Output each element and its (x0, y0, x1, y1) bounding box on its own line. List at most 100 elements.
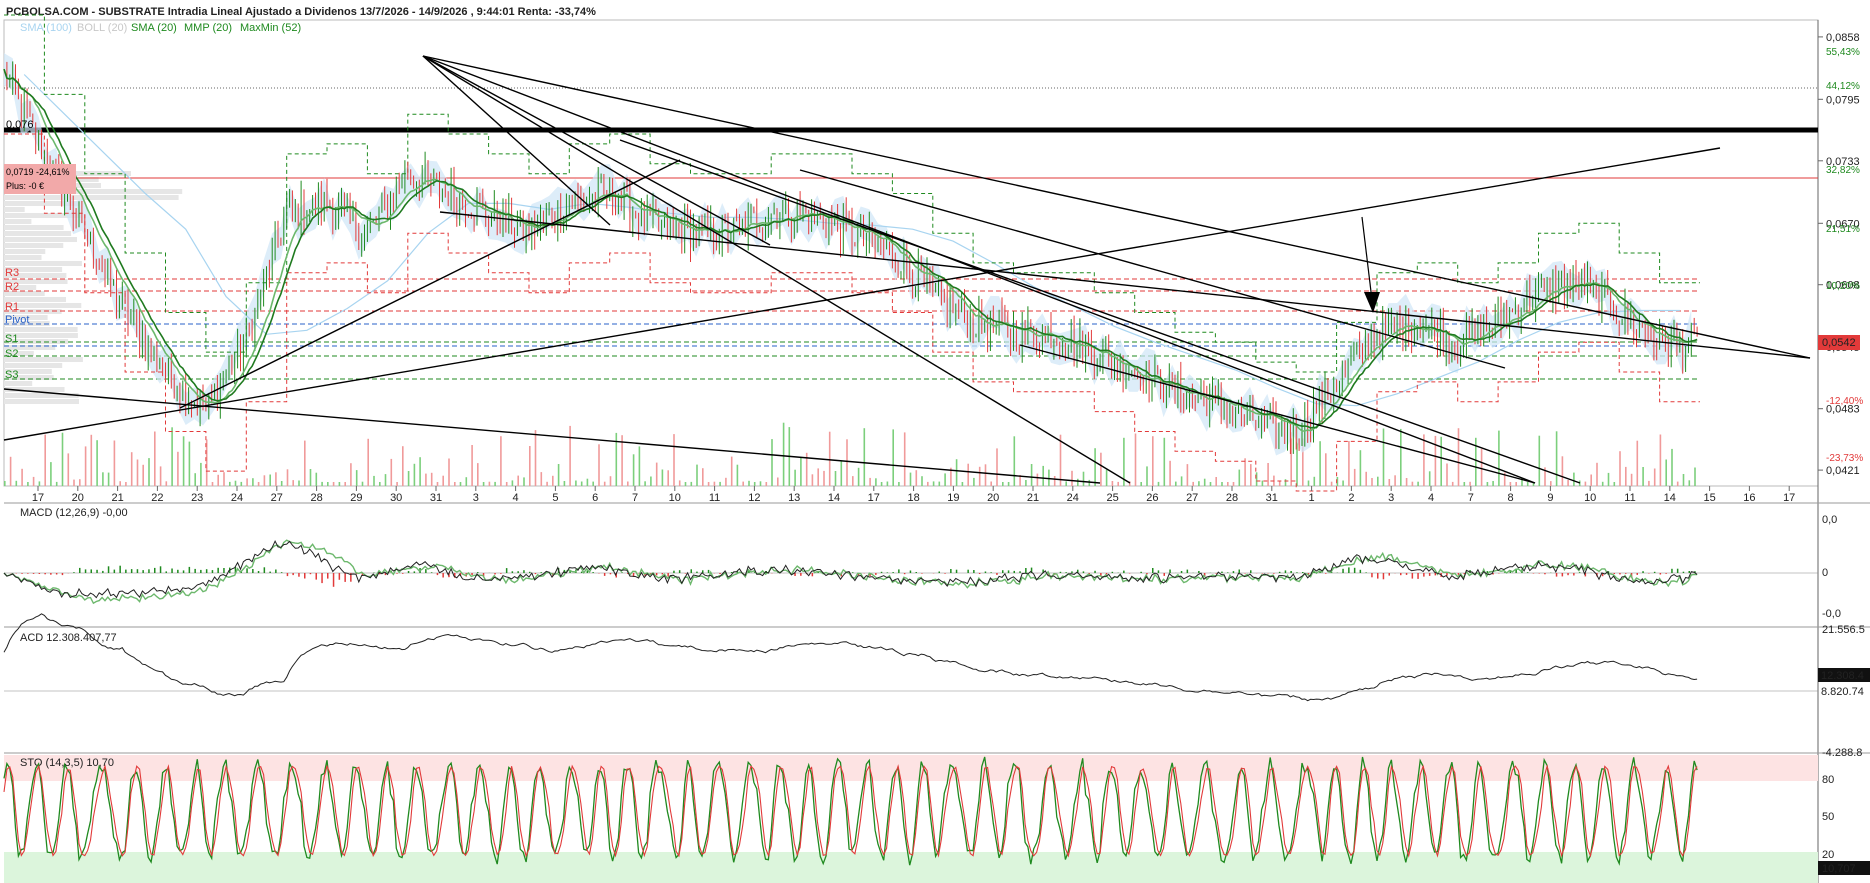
volume-bar (1215, 477, 1217, 486)
volume-bar (667, 470, 669, 486)
volume-bar (1100, 452, 1102, 486)
legend-maxmin52[interactable]: MaxMin (52) (240, 22, 301, 34)
macd-histogram-bar (263, 567, 266, 573)
macd-histogram-bar (950, 569, 952, 573)
macd-histogram-bar (269, 571, 271, 573)
macd-histogram-bar (973, 570, 975, 573)
x-date-label: 30 (390, 492, 402, 504)
volume-bar (1140, 482, 1142, 486)
volume-bar (61, 432, 64, 486)
macd-histogram-bar (194, 568, 196, 573)
volume-bar (1607, 472, 1610, 486)
volume-bar (1134, 433, 1137, 486)
volume-bar (1071, 470, 1073, 486)
legend-sma100[interactable]: SMA (100) (20, 22, 72, 34)
macd-histogram-bar (1665, 573, 1667, 574)
volume-profile-bar (4, 381, 33, 386)
macd-histogram-bar (188, 566, 191, 573)
macd-histogram-bar (1325, 573, 1327, 574)
price-y-axis: 0,08580,07950,07330,06700,06080,05450,04… (1818, 32, 1863, 477)
volume-bar (973, 477, 975, 486)
macd-histogram-bar (1025, 568, 1027, 573)
macd-histogram-bar (217, 567, 219, 573)
volume-bar (102, 472, 104, 486)
macd-histogram-bar (1688, 571, 1690, 573)
macd-histogram-bar (430, 572, 433, 573)
macd-histogram-bar (102, 570, 104, 573)
volume-bar (1382, 428, 1385, 486)
volume-bar (1625, 466, 1627, 486)
macd-histogram-bar (246, 568, 248, 573)
volume-bar (280, 481, 283, 486)
macd-histogram-bar (996, 573, 998, 575)
volume-bar (1152, 436, 1154, 486)
volume-bar (978, 466, 981, 486)
volume-bar (1653, 468, 1656, 486)
volume-bar (96, 440, 98, 486)
volume-bar (967, 463, 969, 486)
x-date-label: 20 (72, 492, 84, 504)
macd-histogram-bar (182, 570, 185, 573)
x-date-label: 10 (1584, 492, 1596, 504)
macd-histogram-bar (154, 567, 156, 573)
volume-bar (471, 445, 473, 486)
chart-title: PCBOLSA.COM - SUBSTRATE Intradia Lineal … (6, 6, 596, 18)
volume-bar (234, 480, 237, 486)
macd-histogram-bar (696, 571, 698, 573)
macd-histogram-bar (500, 573, 502, 574)
level-076-label: 0,076 (6, 119, 34, 131)
volume-bar (171, 427, 173, 486)
macd-histogram-bar (171, 568, 173, 573)
volume-profile-bar (4, 261, 82, 266)
x-date-label: 14 (828, 492, 840, 504)
volume-bar (142, 464, 144, 486)
volume-bar (742, 481, 744, 486)
x-date-label: 17 (868, 492, 880, 504)
volume-profile-bar (4, 207, 25, 212)
macd-histogram-bar (1163, 573, 1165, 576)
volume-bar (846, 439, 848, 486)
macd-histogram-bar (1538, 573, 1540, 574)
x-date-label: 21 (111, 492, 123, 504)
macd-histogram-bar (50, 573, 52, 575)
macd-histogram-bar (130, 569, 133, 573)
volume-bar (38, 481, 41, 486)
macd-histogram-bar (1238, 569, 1240, 573)
volume-bar (1227, 482, 1229, 486)
macd-histogram-bar (678, 570, 681, 573)
volume-bar (188, 441, 191, 486)
x-date-label: 17 (32, 492, 44, 504)
x-date-label: 16 (1743, 492, 1755, 504)
volume-bar (892, 429, 894, 486)
macd-histogram-bar (990, 572, 992, 573)
legend-sma20[interactable]: SMA (20) (131, 22, 177, 34)
legend-mmp20[interactable]: MMP (20) (184, 22, 232, 34)
volume-bar (1573, 472, 1575, 486)
macd-histogram-bar (442, 573, 444, 578)
volume-bar (817, 468, 819, 486)
volume-bar (1221, 482, 1223, 486)
volume-bar (857, 467, 860, 486)
volume-bar (1065, 481, 1067, 486)
macd-histogram-bar (880, 571, 883, 573)
volume-bar (1619, 451, 1621, 486)
macd-histogram-bar (79, 567, 81, 573)
volume-bar (1584, 481, 1587, 486)
x-date-label: 11 (1624, 492, 1635, 504)
volume-bar (1694, 467, 1696, 486)
volume-bar (1342, 480, 1344, 486)
volume-bar (1630, 473, 1633, 486)
maxmin-lower (4, 133, 1700, 492)
legend-boll[interactable]: BOLL (20) (77, 22, 127, 34)
volume-bar (534, 430, 537, 486)
volume-bar (396, 482, 398, 486)
volume-bar (1053, 476, 1056, 486)
volume-bar (1377, 476, 1379, 486)
maxmin-upper (4, 14, 1700, 373)
macd-histogram-bar (800, 573, 802, 576)
macd-histogram-bar (471, 573, 473, 575)
volume-bar (886, 481, 889, 486)
volume-bar (200, 462, 202, 486)
trend-line (179, 159, 681, 409)
volume-bar (932, 481, 935, 486)
